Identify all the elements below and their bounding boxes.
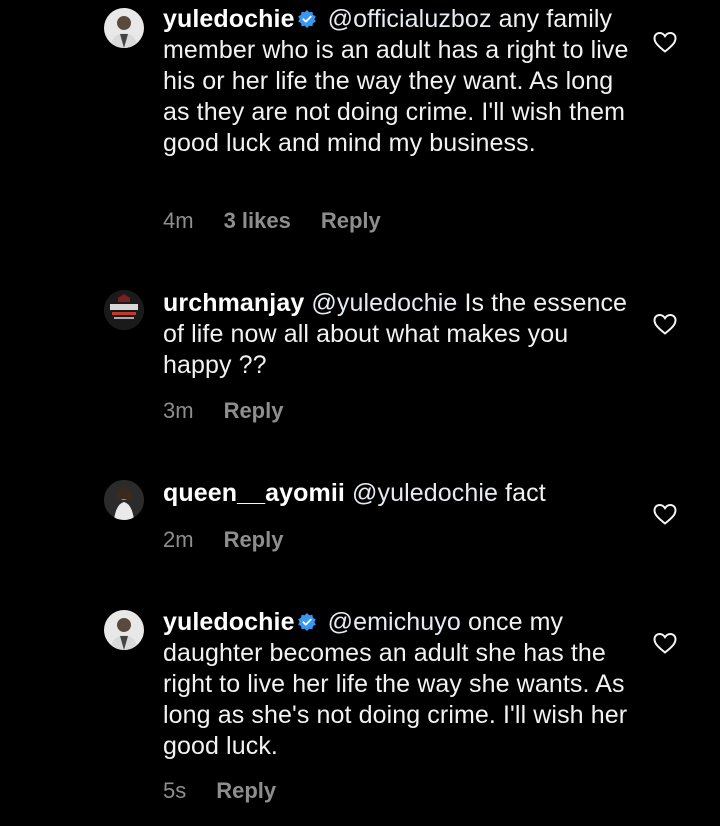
username[interactable]: yuledochie	[163, 5, 295, 33]
comment-meta: 2m Reply	[163, 527, 313, 553]
comment-text: urchmanjay @yuledochie Is the essence of…	[163, 288, 633, 381]
timestamp: 5s	[163, 778, 187, 803]
timestamp: 3m	[163, 398, 194, 423]
mention-link[interactable]: @emichuyo	[328, 608, 461, 636]
heart-outline-icon[interactable]	[652, 312, 678, 336]
heart-outline-icon[interactable]	[652, 502, 678, 526]
comment-text: yuledochie @officialuzboz any family mem…	[163, 4, 633, 159]
verified-badge-icon	[297, 10, 316, 28]
reply-button[interactable]: Reply	[216, 778, 276, 804]
comment-meta: 5s Reply	[163, 778, 306, 804]
avatar-yuledochie[interactable]	[104, 610, 144, 650]
username[interactable]: urchmanjay	[163, 289, 304, 317]
comment-text: yuledochie @emichuyo once my daughter be…	[163, 607, 633, 762]
username[interactable]: queen__ayomii	[163, 479, 345, 507]
comment-text: queen__ayomii @yuledochie fact	[163, 478, 633, 509]
avatar-urchmanjay[interactable]	[104, 290, 144, 330]
avatar-queen-ayomii[interactable]	[104, 480, 144, 520]
mention-link[interactable]: @yuledochie	[352, 479, 498, 507]
username[interactable]: yuledochie	[163, 608, 295, 636]
avatar-yuledochie[interactable]	[104, 8, 144, 48]
heart-outline-icon[interactable]	[652, 631, 678, 655]
likes-count[interactable]: 3 likes	[224, 208, 291, 234]
mention-link[interactable]: @officialuzboz	[328, 5, 492, 33]
verified-badge-icon	[297, 613, 316, 631]
mention-link[interactable]: @yuledochie	[311, 289, 457, 317]
timestamp: 2m	[163, 527, 194, 552]
comment-body: fact	[505, 479, 546, 507]
reply-button[interactable]: Reply	[224, 398, 284, 424]
heart-outline-icon[interactable]	[652, 30, 678, 54]
comment-meta: 3m Reply	[163, 398, 313, 424]
reply-button[interactable]: Reply	[321, 208, 381, 234]
reply-button[interactable]: Reply	[224, 527, 284, 553]
timestamp: 4m	[163, 208, 194, 233]
comment-meta: 4m 3 likes Reply	[163, 208, 411, 234]
